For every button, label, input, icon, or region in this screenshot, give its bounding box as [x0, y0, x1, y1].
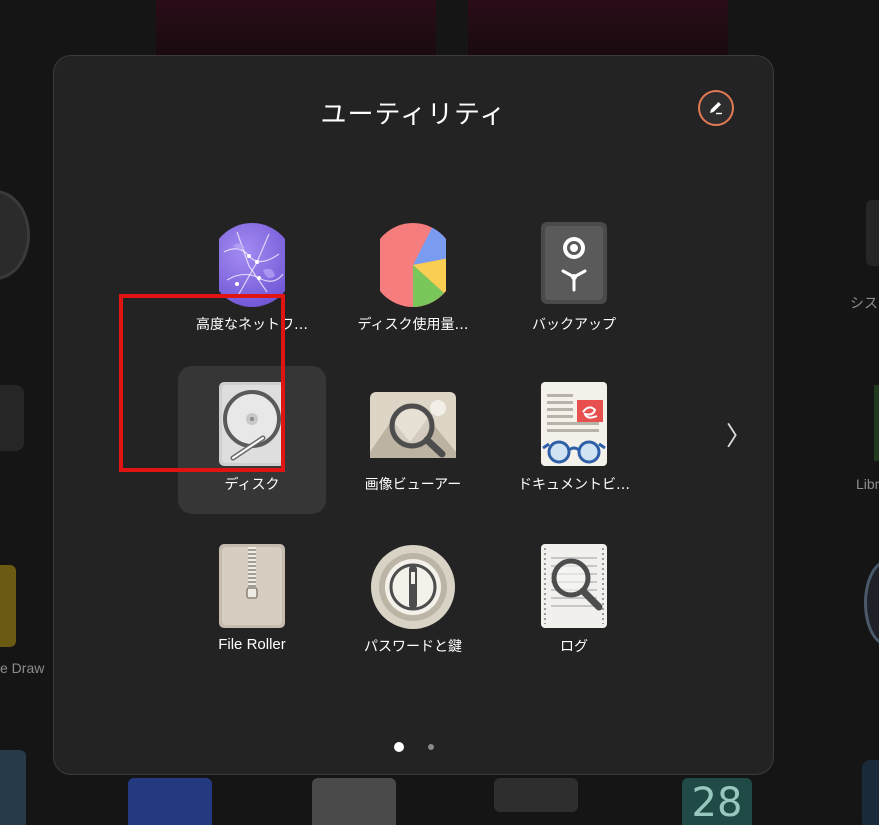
app-document-viewer[interactable]: ドキュメントビ… [500, 366, 648, 514]
app-disks[interactable]: ディスク [178, 366, 326, 514]
background-app-tile [866, 200, 879, 266]
logs-icon [541, 544, 607, 628]
background-app-tile [862, 760, 879, 825]
rename-folder-button[interactable] [698, 90, 734, 126]
app-label: 高度なネットワ… [196, 317, 308, 333]
background-app-tile [468, 0, 728, 55]
clock-icon [0, 190, 30, 280]
disk-usage-pie-icon [380, 223, 446, 307]
background-app-tile [864, 560, 879, 646]
background-app-label: シス [850, 296, 878, 312]
app-logs[interactable]: ログ [500, 528, 648, 676]
background-app-tile [312, 778, 396, 825]
page-dot-active[interactable] [393, 742, 404, 752]
passwords-keys-icon [371, 545, 455, 629]
calendar-icon: 28 [682, 778, 752, 825]
backup-safe-icon [541, 222, 607, 304]
app-label: ディスク [224, 477, 280, 493]
background-app-label: e Draw [0, 660, 45, 676]
folder-title: ユーティリティ [320, 100, 507, 130]
archive-zipper-icon [219, 544, 285, 628]
next-page-button[interactable]: 〉 [724, 422, 754, 452]
background-app-tile [0, 385, 24, 451]
pencil-icon [710, 102, 722, 115]
background-app-tile [0, 750, 26, 825]
page-indicator [54, 742, 773, 752]
page-dot[interactable] [427, 744, 434, 750]
app-label: ログ [560, 639, 588, 655]
draw-app-icon [0, 565, 16, 647]
chevron-right-icon: 〉 [725, 422, 752, 452]
app-passwords-and-keys[interactable]: パスワードと鍵 [339, 528, 487, 676]
app-label: File Roller [218, 636, 286, 653]
document-viewer-icon [541, 382, 607, 466]
background-app-label: Libr [856, 476, 879, 492]
app-label: バックアップ [532, 317, 616, 333]
background-app-tile [156, 0, 436, 55]
app-image-viewer[interactable]: 画像ビューアー [339, 366, 487, 514]
app-disk-usage-analyzer[interactable]: ディスク使用量… [339, 206, 487, 354]
network-globe-icon [219, 223, 285, 307]
app-backup[interactable]: バックアップ [500, 206, 648, 354]
app-file-roller[interactable]: File Roller [178, 528, 326, 676]
image-viewer-icon [370, 392, 456, 458]
app-label: 画像ビューアー [364, 477, 462, 493]
background-app-tile [874, 385, 879, 461]
desktop-background: e Draw シス Libr 28 ユーティリティ 高度なネットワ… ディスク使… [0, 0, 879, 825]
background-app-tile [128, 778, 212, 825]
hard-disk-icon [219, 382, 285, 466]
background-app-tile [494, 778, 578, 812]
app-folder-popup: ユーティリティ 高度なネットワ… ディスク使用量… バックアップ ディスク 画像… [53, 55, 774, 775]
app-label: パスワードと鍵 [364, 639, 462, 655]
app-advanced-network[interactable]: 高度なネットワ… [178, 206, 326, 354]
app-label: ディスク使用量… [357, 317, 469, 333]
app-label: ドキュメントビ… [518, 477, 630, 493]
